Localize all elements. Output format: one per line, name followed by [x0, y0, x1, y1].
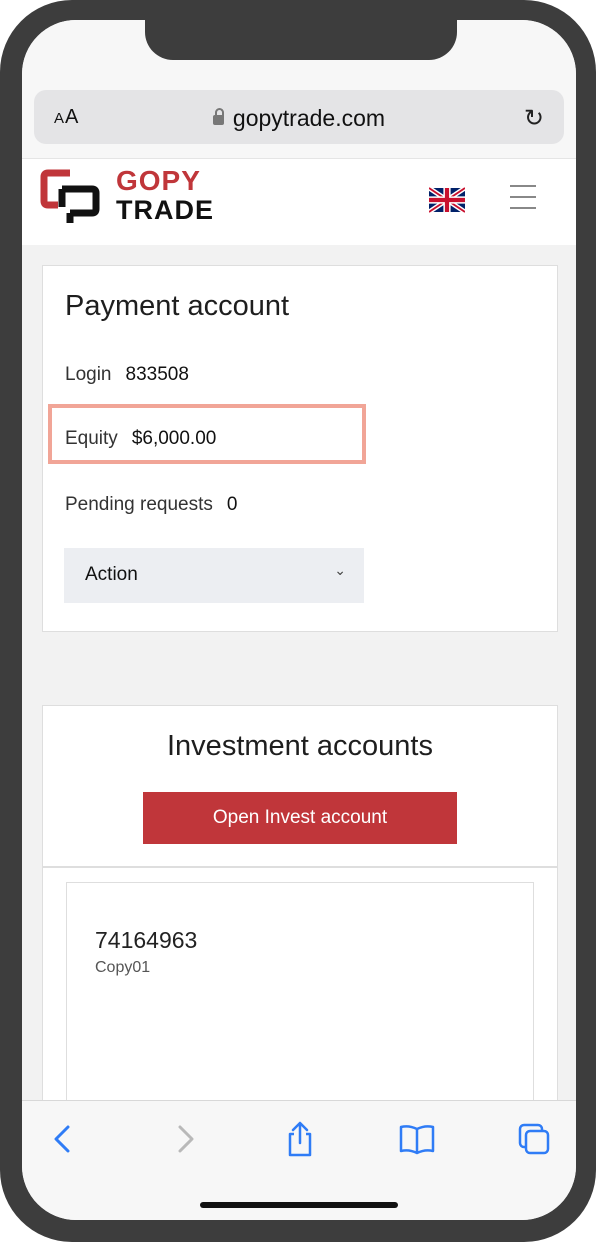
investment-accounts-card: Investment accounts Open Invest account — [42, 705, 558, 867]
logo-text-trade: TRADE — [116, 195, 214, 225]
share-icon[interactable] — [280, 1119, 320, 1159]
tabs-icon[interactable] — [514, 1119, 554, 1159]
pending-requests-value: 0 — [226, 494, 238, 515]
equity-label: Equity — [65, 428, 118, 449]
equity-value: $6,000.00 — [131, 428, 217, 449]
phone-screen: AA gopytrade.com ↻ GOPY TRADE Payment ac… — [22, 20, 576, 1220]
notch — [145, 20, 457, 60]
back-icon[interactable] — [44, 1119, 84, 1159]
reload-icon[interactable]: ↻ — [524, 104, 544, 133]
account-number: 74164963 — [95, 927, 198, 953]
hamburger-menu-icon[interactable] — [510, 185, 536, 218]
pending-requests-label: Pending requests — [65, 494, 213, 515]
lock-icon — [212, 108, 224, 125]
uk-flag-icon[interactable] — [429, 187, 465, 213]
investment-account-item[interactable]: 74164963 Copy01 — [66, 882, 534, 1122]
url-text: gopytrade.com — [232, 105, 386, 131]
equity-row: Equity $6,000.00 — [65, 428, 216, 450]
home-indicator — [200, 1202, 398, 1208]
pending-requests-row: Pending requests 0 — [65, 494, 237, 516]
forward-icon[interactable] — [164, 1119, 204, 1159]
address-bar[interactable]: AA gopytrade.com ↻ — [34, 90, 564, 144]
login-value: 833508 — [125, 364, 189, 385]
payment-account-title: Payment account — [65, 290, 290, 322]
chevron-down-icon: ⌄ — [334, 562, 346, 578]
logo-text-gopy: GOPY — [116, 165, 201, 196]
url-display[interactable]: gopytrade.com — [34, 105, 564, 132]
gopy-logo-icon[interactable] — [40, 167, 102, 227]
login-row: Login 833508 — [65, 364, 189, 386]
open-invest-account-button[interactable]: Open Invest account — [143, 792, 457, 844]
payment-account-card: Payment account Login 833508 Equity $6,000… — [42, 265, 558, 632]
bookmarks-icon[interactable] — [397, 1119, 437, 1159]
investment-accounts-title: Investment accounts — [167, 730, 433, 762]
action-select[interactable]: Action ⌄ — [64, 548, 364, 603]
login-label: Login — [65, 364, 112, 385]
site-header: GOPY TRADE — [22, 158, 576, 246]
action-select-label: Action — [85, 564, 138, 585]
account-name: Copy01 — [95, 959, 151, 976]
